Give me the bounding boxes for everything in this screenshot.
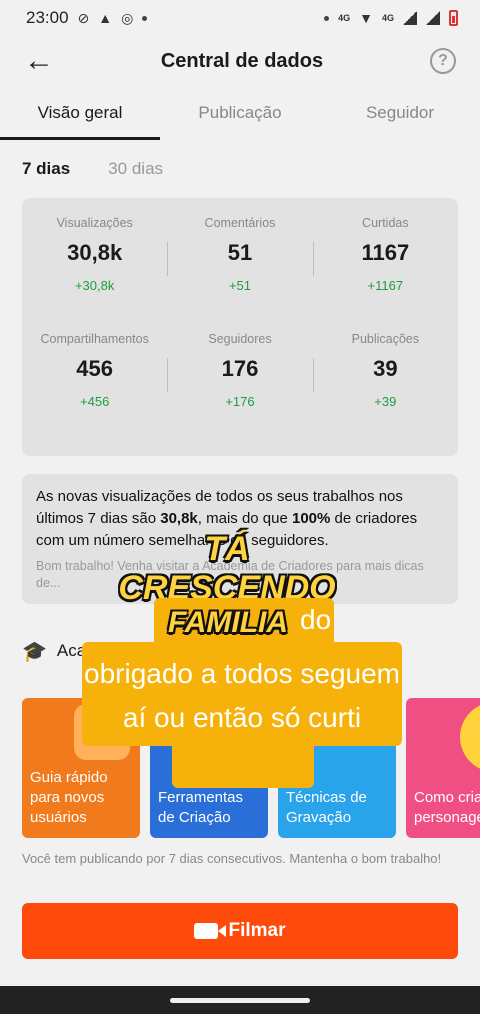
stat-label: Seguidores bbox=[208, 332, 272, 346]
stat-label: Publicações bbox=[351, 332, 420, 346]
stat-value: 39 bbox=[373, 356, 398, 381]
back-arrow-icon[interactable]: ← bbox=[24, 46, 54, 76]
stat-followers: Seguidores 176 +176 bbox=[167, 328, 312, 444]
stat-delta: +1167 bbox=[367, 278, 404, 293]
video-camera-icon bbox=[194, 923, 227, 939]
stat-label: Visualizações bbox=[56, 216, 133, 230]
stat-label: Comentários bbox=[204, 216, 276, 230]
status-bar: 23:00 ⊘ ▲ ◎ 4G ▼ 4G bbox=[0, 0, 480, 36]
warning-icon: ▲ bbox=[98, 10, 113, 26]
film-button[interactable]: Filmar bbox=[22, 903, 458, 959]
signal-icon bbox=[403, 11, 417, 25]
stat-label: Curtidas bbox=[362, 216, 409, 230]
overlay-caption-title: TÁ CRESCENDO bbox=[118, 530, 336, 607]
battery-low-icon bbox=[449, 10, 458, 26]
stat-delta: +30,8k bbox=[74, 278, 115, 293]
period-7-days[interactable]: 7 dias bbox=[22, 159, 70, 179]
tab-publication[interactable]: Publicação bbox=[160, 86, 320, 140]
system-nav-bar bbox=[0, 986, 480, 1014]
card-label: Ferramentas de Criação bbox=[158, 789, 244, 826]
page-title: Central de dados bbox=[160, 49, 324, 72]
overlay-caption-box: FAMILIA do obrigado a todos seguem aí ou… bbox=[82, 598, 402, 788]
dot-icon bbox=[324, 15, 330, 21]
stat-value: 30,8k bbox=[67, 240, 123, 265]
clock: 23:00 bbox=[26, 8, 69, 27]
4g-icon: 4G bbox=[338, 13, 351, 23]
stat-value: 1167 bbox=[361, 240, 410, 265]
stat-posts: Publicações 39 +39 bbox=[312, 328, 458, 444]
card-label: Técnicas de Gravação bbox=[286, 789, 367, 826]
app-header: ← Central de dados ? bbox=[0, 36, 480, 86]
caption-background bbox=[172, 740, 314, 788]
period-30-days[interactable]: 30 dias bbox=[108, 159, 163, 179]
stat-delta: +456 bbox=[80, 394, 110, 409]
4g-icon: 4G bbox=[381, 13, 394, 23]
circle-slash-icon: ⊘ bbox=[77, 9, 90, 26]
stat-likes: Curtidas 1167 +1167 bbox=[312, 212, 458, 328]
stat-views: Visualizações 30,8k +30,8k bbox=[22, 212, 167, 328]
overlay-caption-familia: FAMILIA bbox=[168, 606, 288, 639]
graduation-cap-icon: 🎓 bbox=[22, 640, 47, 663]
signal-icon bbox=[426, 11, 440, 25]
stat-shares: Compartilhamentos 456 +456 bbox=[22, 328, 167, 444]
film-button-label: Filmar bbox=[228, 920, 286, 941]
stat-value: 456 bbox=[76, 356, 114, 381]
streak-message: Você tem publicando por 7 dias consecuti… bbox=[22, 851, 442, 866]
help-icon[interactable]: ? bbox=[429, 48, 456, 74]
whatsapp-icon: ◎ bbox=[121, 9, 134, 26]
period-selector: 7 dias 30 dias bbox=[0, 140, 480, 198]
stats-card: Visualizações 30,8k +30,8k Comentários 5… bbox=[22, 198, 458, 456]
stat-label: Compartilhamentos bbox=[40, 332, 149, 346]
sun-illustration-icon bbox=[460, 702, 480, 772]
tab-overview[interactable]: Visão geral bbox=[0, 86, 160, 140]
overlay-caption-body: obrigado a todos seguem aí ou então só c… bbox=[84, 658, 400, 733]
dot-icon bbox=[142, 15, 148, 21]
stat-delta: +51 bbox=[228, 278, 252, 293]
stat-value: 176 bbox=[221, 356, 259, 381]
tab-follower[interactable]: Seguidor bbox=[320, 86, 480, 140]
overlay-caption-suffix: do bbox=[300, 604, 332, 635]
card-label: Como criar personagens bbox=[414, 789, 480, 826]
stat-value: 51 bbox=[227, 240, 253, 265]
academy-card[interactable]: Como criar personagens bbox=[406, 698, 480, 838]
stat-delta: +39 bbox=[374, 394, 397, 409]
stat-comments: Comentários 51 +51 bbox=[167, 212, 312, 328]
tab-bar: Visão geral Publicação Seguidor bbox=[0, 86, 480, 140]
stat-delta: +176 bbox=[225, 394, 255, 409]
wifi-icon: ▼ bbox=[359, 10, 373, 26]
home-gesture-handle[interactable] bbox=[170, 997, 310, 1003]
